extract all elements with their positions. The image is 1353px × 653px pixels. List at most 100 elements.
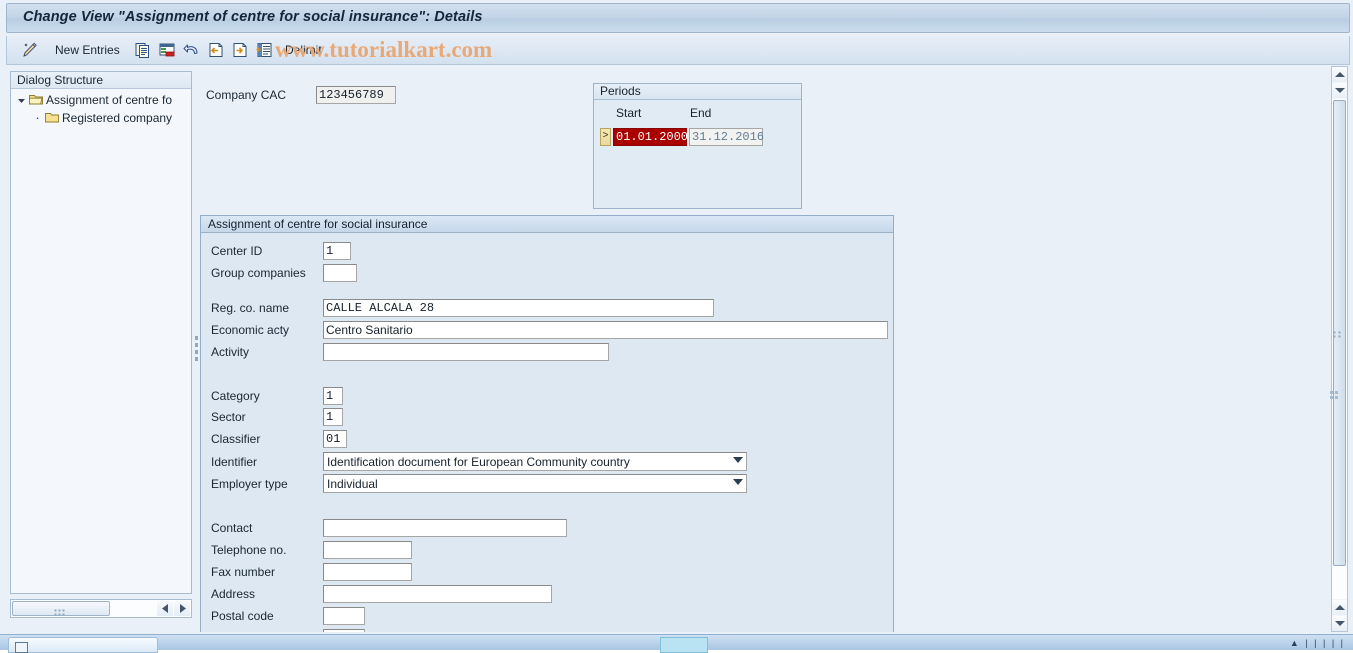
sector-field[interactable]: 1 bbox=[323, 408, 343, 426]
taskbar-active-item[interactable] bbox=[660, 637, 708, 653]
scroll-up-button[interactable] bbox=[1332, 67, 1347, 82]
category-field[interactable]: 1 bbox=[323, 387, 343, 405]
delete-row-icon bbox=[158, 41, 176, 59]
identifier-label: Identifier bbox=[211, 454, 258, 469]
sidebar-item-assignment-label: Assignment of centre fo bbox=[46, 93, 173, 107]
taskbar-window-button[interactable] bbox=[8, 637, 158, 653]
company-cac-row: Company CAC 123456789 bbox=[206, 86, 396, 104]
window-title-bar: Change View "Assignment of centre for so… bbox=[6, 3, 1350, 33]
triangle-down-icon bbox=[1334, 621, 1345, 626]
inner-vertical-scrollbar[interactable] bbox=[1331, 66, 1348, 632]
activity-field[interactable] bbox=[323, 343, 609, 361]
chevron-down-icon[interactable] bbox=[733, 479, 743, 485]
center-id-field[interactable]: 1 bbox=[323, 242, 351, 260]
periods-title: Periods bbox=[594, 84, 801, 100]
next-entry-button[interactable] bbox=[229, 39, 251, 61]
dialog-structure-panel: Dialog Structure Assignment of centre fo bbox=[10, 71, 192, 594]
grip-dots-icon bbox=[1333, 330, 1346, 338]
variable-list-button[interactable] bbox=[253, 39, 275, 61]
reg-co-name-row: Reg. co. name CALLE ALCALA 28 bbox=[211, 299, 714, 317]
contact-field[interactable] bbox=[323, 519, 567, 537]
new-entries-label: New Entries bbox=[55, 43, 120, 57]
address-row: Address bbox=[211, 585, 552, 603]
company-cac-field[interactable]: 123456789 bbox=[316, 86, 396, 104]
reg-co-name-label: Reg. co. name bbox=[211, 301, 290, 315]
fax-number-label: Fax number bbox=[211, 565, 276, 579]
category-row: Category 1 bbox=[211, 387, 343, 405]
sidebar-item-registered-company-label: Registered company bbox=[62, 111, 173, 125]
chevron-down-icon[interactable] bbox=[733, 457, 743, 463]
employer-type-label: Employer type bbox=[211, 476, 288, 491]
new-entries-button[interactable]: New Entries bbox=[53, 39, 122, 61]
employer-type-row: Employer type Individual bbox=[211, 474, 747, 493]
scroll-left-button[interactable] bbox=[157, 601, 173, 616]
identifier-dropdown[interactable]: Identification document for European Com… bbox=[323, 452, 747, 471]
identifier-value: Identification document for European Com… bbox=[327, 455, 630, 469]
period-end-cell[interactable]: 31.12.2016 bbox=[689, 128, 764, 146]
undo-arrow-icon bbox=[183, 41, 201, 59]
grip-dots-icon bbox=[54, 605, 68, 615]
economic-activity-row: Economic acty Centro Sanitario bbox=[211, 321, 888, 339]
period-start-cell[interactable]: 01.01.2000 bbox=[613, 128, 688, 146]
scrollbar-thumb[interactable] bbox=[12, 601, 110, 616]
sidebar-horizontal-scrollbar[interactable] bbox=[10, 599, 192, 618]
scroll-down-button-top[interactable] bbox=[1332, 83, 1347, 98]
telephone-no-field[interactable] bbox=[323, 541, 412, 559]
address-field[interactable] bbox=[323, 585, 552, 603]
triangle-up-icon bbox=[1334, 605, 1345, 610]
fax-number-field[interactable] bbox=[323, 563, 412, 581]
sidebar-item-assignment[interactable]: Assignment of centre fo bbox=[11, 91, 191, 109]
periods-panel: Periods Start End > 01.01.2000 31.12.201… bbox=[593, 83, 802, 209]
form-canvas: Company CAC 123456789 Periods Start End … bbox=[198, 71, 1320, 632]
center-id-label: Center ID bbox=[211, 244, 263, 258]
previous-entry-button[interactable] bbox=[205, 39, 227, 61]
undo-button[interactable] bbox=[181, 39, 203, 61]
page-left-icon bbox=[207, 41, 225, 59]
group-companies-label: Group companies bbox=[211, 266, 306, 280]
town-code-field[interactable] bbox=[323, 629, 365, 632]
copy-icon bbox=[134, 41, 152, 59]
period-row-selector[interactable]: > bbox=[600, 128, 611, 146]
identifier-row: Identifier Identification document for E… bbox=[211, 452, 747, 471]
scroll-down-button[interactable] bbox=[1332, 616, 1347, 631]
triangle-up-icon bbox=[1334, 72, 1345, 77]
scroll-up-button-bottom[interactable] bbox=[1332, 600, 1347, 615]
telephone-no-label: Telephone no. bbox=[211, 543, 287, 557]
reg-co-name-field[interactable]: CALLE ALCALA 28 bbox=[323, 299, 714, 317]
display-change-button[interactable] bbox=[19, 39, 41, 61]
sap-gui-window: Change View "Assignment of centre for so… bbox=[0, 0, 1353, 653]
scroll-right-button[interactable] bbox=[174, 601, 190, 616]
town-code-row: Town code bbox=[211, 629, 365, 632]
delete-button[interactable] bbox=[156, 39, 178, 61]
employer-type-dropdown[interactable]: Individual bbox=[323, 474, 747, 493]
address-label: Address bbox=[211, 587, 256, 601]
postal-code-field[interactable] bbox=[323, 607, 365, 625]
window-icon bbox=[15, 642, 28, 653]
folder-open-icon bbox=[29, 93, 43, 108]
employer-type-value: Individual bbox=[327, 477, 378, 491]
economic-activity-field[interactable]: Centro Sanitario bbox=[323, 321, 888, 339]
delimit-button[interactable]: Delimit bbox=[283, 39, 324, 61]
dialog-structure-tree: Assignment of centre fo · Registered com… bbox=[11, 89, 191, 127]
activity-row: Activity bbox=[211, 343, 609, 361]
folder-closed-icon bbox=[45, 111, 59, 126]
chevron-down-icon[interactable] bbox=[15, 96, 28, 105]
page-right-icon bbox=[231, 41, 249, 59]
pencil-toggle-icon bbox=[21, 41, 39, 59]
classifier-label: Classifier bbox=[211, 432, 261, 446]
group-companies-field[interactable] bbox=[323, 264, 357, 282]
scrollbar-thumb[interactable] bbox=[1333, 100, 1346, 566]
classifier-row: Classifier 01 bbox=[211, 430, 347, 448]
page-title: Change View "Assignment of centre for so… bbox=[23, 9, 483, 25]
sector-label: Sector bbox=[211, 410, 246, 424]
tree-bullet-icon: · bbox=[35, 110, 40, 125]
dialog-structure-header: Dialog Structure bbox=[11, 72, 191, 89]
classifier-field[interactable]: 01 bbox=[323, 430, 347, 448]
sidebar-item-registered-company[interactable]: · Registered company bbox=[11, 109, 191, 127]
contact-row: Contact bbox=[211, 519, 567, 537]
assignment-groupbox: Assignment of centre for social insuranc… bbox=[200, 215, 894, 632]
form-splitter-grip-icon[interactable] bbox=[1330, 391, 1339, 405]
copy-as-button[interactable] bbox=[132, 39, 154, 61]
company-cac-label: Company CAC bbox=[206, 88, 287, 102]
periods-column-start: Start bbox=[616, 106, 642, 120]
